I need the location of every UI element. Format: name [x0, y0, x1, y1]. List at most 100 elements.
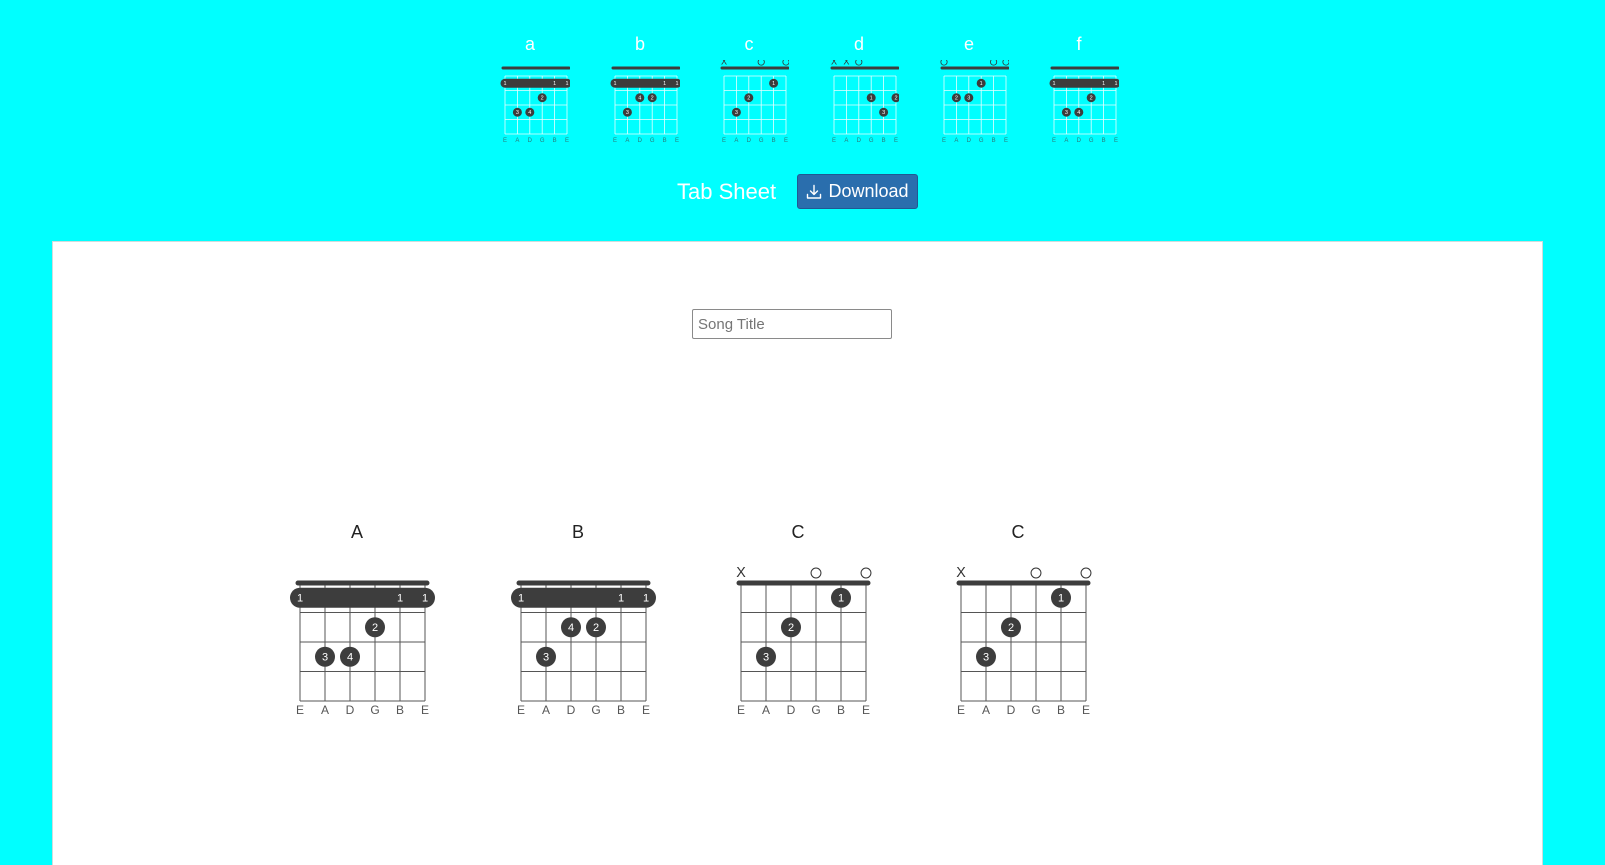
string-name: B — [882, 138, 886, 144]
open-string-icon — [990, 60, 998, 66]
string-name: A — [982, 703, 990, 717]
string-name: B — [617, 703, 625, 717]
finger-label: 2 — [593, 622, 599, 634]
chord-diagram: 1 2 3 E A D G B E — [940, 60, 1009, 144]
string-name: A — [542, 703, 550, 717]
finger-label: 2 — [894, 96, 897, 102]
download-icon — [807, 184, 822, 199]
palette-chord-name: a — [524, 34, 535, 54]
chord-diagram: 1 1 1 2 3 4 E A D G B E — [290, 580, 435, 717]
barre-finger-label: 1 — [297, 593, 303, 605]
string-name: D — [567, 703, 576, 717]
finger-label: 4 — [347, 652, 353, 664]
barre-finger-label: 1 — [613, 81, 616, 87]
finger-label: 3 — [967, 96, 970, 102]
sheet-chord-name: C — [791, 522, 805, 542]
finger-label: 3 — [543, 652, 549, 664]
string-name: A — [515, 138, 519, 144]
sheet-chord[interactable]: A 1 1 1 2 3 4 E A D G B E — [272, 522, 442, 722]
chord-diagram: X 1 2 3 E A D G B E — [736, 565, 872, 717]
sheet-chord[interactable]: B 1 1 1 4 2 3 E A D G B E — [493, 522, 663, 722]
string-name: B — [992, 138, 996, 144]
string-name: E — [862, 703, 870, 717]
string-name: B — [553, 138, 557, 144]
palette-chord[interactable]: b 1 1 1 4 2 3 E A D G B E — [600, 30, 680, 145]
chord-diagram: 1 1 1 4 2 3 E A D G B E — [610, 66, 680, 144]
string-name: E — [832, 138, 836, 144]
barre — [610, 78, 680, 88]
finger-label: 2 — [651, 96, 654, 102]
sheet-chord[interactable]: C X 1 2 3 E A D G B E — [713, 522, 883, 722]
finger-label: 1 — [870, 96, 873, 102]
string-name: D — [747, 138, 752, 144]
finger-label: 2 — [788, 622, 794, 634]
muted-string-icon: X — [831, 60, 837, 66]
string-name: E — [517, 703, 525, 717]
open-string-icon — [1002, 60, 1009, 66]
muted-string-icon: X — [721, 60, 727, 66]
tab-sheet-title: Tab Sheet — [677, 179, 777, 204]
string-name: G — [811, 703, 820, 717]
open-string-icon — [757, 60, 765, 66]
chord-diagram: X 1 2 3 E A D G B E — [956, 565, 1092, 717]
string-name: E — [784, 138, 788, 144]
string-name: A — [734, 138, 738, 144]
palette-chord-name: d — [853, 34, 864, 54]
barre-finger-label: 1 — [663, 81, 666, 87]
string-name: B — [1102, 138, 1106, 144]
string-name: A — [954, 138, 958, 144]
string-name: A — [844, 138, 848, 144]
palette-chord[interactable]: d XX 1 2 3 E A D G B E — [819, 30, 899, 145]
chord-diagram: 1 1 1 4 2 3 E A D G B E — [511, 580, 656, 717]
string-name: E — [296, 703, 304, 717]
chord-diagram: X 1 2 3 E A D G B E — [720, 60, 789, 144]
string-name: G — [650, 138, 655, 144]
finger-label: 2 — [747, 96, 750, 102]
string-name: D — [787, 703, 796, 717]
barre-finger-label: 1 — [503, 81, 506, 87]
barre-finger-label: 1 — [1114, 81, 1117, 87]
palette-chord-name: b — [634, 34, 645, 54]
sheet-chord[interactable]: C X 1 2 3 E A D G B E — [933, 522, 1103, 722]
string-name: E — [722, 138, 726, 144]
string-name: E — [1004, 138, 1008, 144]
string-name: D — [346, 703, 355, 717]
string-name: G — [1031, 703, 1040, 717]
string-name: E — [1082, 703, 1090, 717]
string-name: G — [759, 138, 764, 144]
muted-string-icon: X — [843, 60, 849, 66]
muted-string-icon: X — [736, 565, 746, 581]
string-name: E — [1114, 138, 1118, 144]
palette-chord[interactable]: f 1 1 1 2 3 4 E A D G B E — [1039, 30, 1119, 145]
string-name: G — [370, 703, 379, 717]
tab-sheet-header: Tab Sheet Download — [0, 174, 1605, 212]
palette-chord[interactable]: a 1111234EADGBE — [490, 30, 570, 145]
palette-chord[interactable]: e 1 2 3 E A D G B E — [929, 30, 1009, 145]
finger-label: 1 — [1058, 593, 1064, 605]
string-name: G — [869, 138, 874, 144]
chord-diagram: 1111234EADGBE — [500, 66, 570, 144]
open-string-icon — [1080, 567, 1092, 579]
barre — [1049, 78, 1119, 88]
string-name: A — [762, 703, 770, 717]
string-name: B — [1057, 703, 1065, 717]
finger-label: 3 — [735, 110, 738, 116]
open-string-icon — [855, 60, 863, 66]
string-name: E — [503, 138, 507, 144]
download-button[interactable]: Download — [797, 174, 918, 209]
finger-label: 2 — [1090, 96, 1093, 102]
song-title-input[interactable] — [692, 309, 892, 339]
string-name: E — [421, 703, 429, 717]
string-name: E — [675, 138, 679, 144]
finger-label: 2 — [955, 96, 958, 102]
finger-label: 3 — [1065, 110, 1068, 116]
string-name: G — [540, 138, 545, 144]
string-name: E — [737, 703, 745, 717]
string-name: A — [1064, 138, 1068, 144]
tab-sheet-canvas[interactable]: A 1 1 1 2 3 4 E A D G B E B 1 1 1 4 2 3 E A D G B E C X 1 2 3 E A D G… — [52, 241, 1543, 865]
finger-label: 4 — [568, 622, 574, 634]
string-name: E — [613, 138, 617, 144]
finger-label: 2 — [1008, 622, 1014, 634]
finger-label: 1 — [980, 81, 983, 87]
palette-chord[interactable]: c X 1 2 3 E A D G B E — [709, 30, 789, 145]
